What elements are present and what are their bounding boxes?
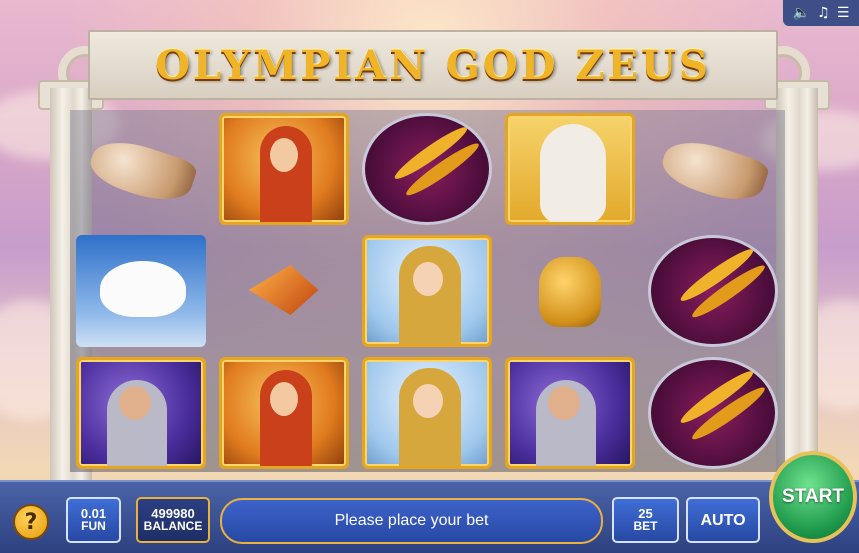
reel-cell [70,232,211,350]
reel-cell [356,354,497,472]
athena-symbol [218,113,349,225]
start-button[interactable]: START [769,451,857,543]
shell-symbol [76,113,206,225]
help-button[interactable]: ? [13,504,49,540]
status-message: Please place your bet [220,498,603,544]
reel-cell [499,354,640,472]
owl-symbol [504,113,635,225]
speaker-icon[interactable]: 🔈 [793,5,810,21]
coin-label: FUN [81,519,106,533]
reels-area [70,110,785,472]
title-banner: OLYMPIAN GOD ZEUS [88,30,778,100]
reel-cell [642,110,783,228]
game-title: OLYMPIAN GOD ZEUS [155,42,711,89]
reel-cell [213,354,354,472]
laurel-symbol [647,357,778,469]
zeus-symbol [75,357,206,469]
athena-symbol [218,357,349,469]
aphrodite-symbol [361,235,492,347]
laurel-symbol [647,235,778,347]
spear-symbol [219,235,349,347]
laurel-symbol [361,113,492,225]
balance-display: 499980 BALANCE [136,497,210,543]
reel-cell [213,110,354,228]
reel-cell [499,110,640,228]
reel-cell [356,232,497,350]
reel-cell [356,110,497,228]
coin-value-button[interactable]: 0.01 FUN [66,497,121,543]
balance-label: BALANCE [143,519,203,533]
dove-symbol [75,235,206,347]
bet-label: BET [633,519,658,533]
aphrodite-symbol [361,357,492,469]
helmet-symbol [505,235,635,347]
reel-cell [213,232,354,350]
zeus-symbol [504,357,635,469]
shell-symbol [648,113,778,225]
reel-cell [642,354,783,472]
reel-cell [70,354,211,472]
auto-button[interactable]: AUTO [686,497,760,543]
music-note-icon[interactable]: ♫ [817,5,830,21]
reel-cell [499,232,640,350]
reel-cell [70,110,211,228]
top-controls: 🔈 ♫ ☰ [783,0,859,26]
menu-icon[interactable]: ☰ [837,5,850,21]
reel-cell [642,232,783,350]
bet-button[interactable]: 25 BET [612,497,679,543]
